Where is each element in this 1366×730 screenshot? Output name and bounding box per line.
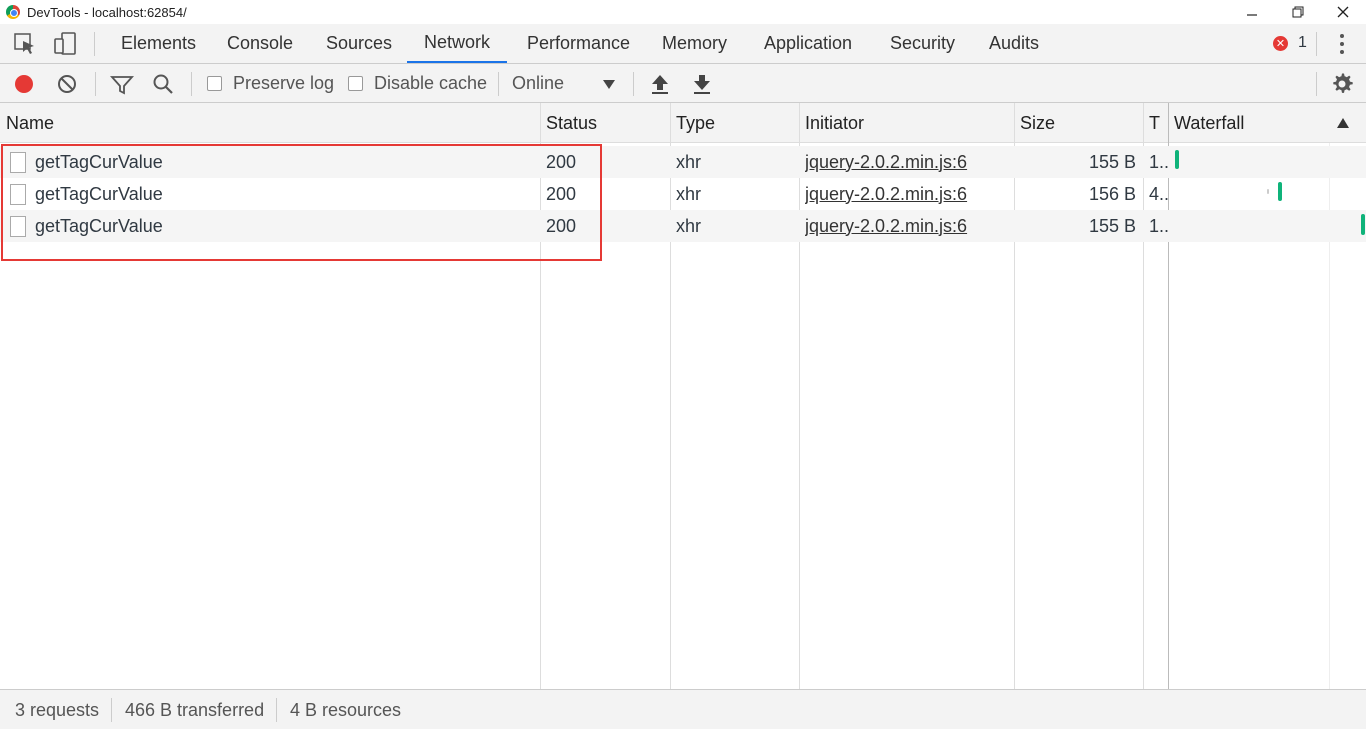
search-button[interactable] bbox=[152, 64, 174, 103]
throttling-value: Online bbox=[512, 73, 565, 93]
record-icon bbox=[15, 74, 33, 93]
size-cell: 156 B bbox=[1088, 183, 1136, 204]
size-cell: 155 B bbox=[1088, 151, 1136, 172]
window-titlebar: DevTools - localhost:62854/ bbox=[0, 0, 1366, 24]
network-settings-button[interactable] bbox=[1330, 64, 1354, 103]
initiator-link[interactable]: jquery-2.0.2.min.js:6 bbox=[805, 152, 967, 173]
network-toolbar: Preserve log Disable cache Online bbox=[0, 64, 1366, 103]
error-counter[interactable]: ✕ 1 bbox=[1273, 34, 1307, 52]
chrome-logo-icon bbox=[6, 5, 20, 19]
upload-arrow-icon bbox=[652, 74, 668, 94]
close-icon bbox=[1337, 6, 1349, 18]
error-icon: ✕ bbox=[1273, 35, 1288, 51]
restore-icon bbox=[1292, 6, 1304, 18]
toolbar-separator bbox=[633, 72, 634, 96]
throttling-select[interactable]: Online bbox=[512, 64, 622, 103]
column-header-time[interactable]: T bbox=[1143, 103, 1168, 143]
devtools-tabbar: Elements Console Sources Network Perform… bbox=[0, 24, 1366, 64]
initiator-link[interactable]: jquery-2.0.2.min.js:6 bbox=[805, 216, 967, 237]
tab-sources[interactable]: Sources bbox=[309, 24, 409, 63]
clear-block-icon bbox=[58, 74, 76, 93]
statusbar-separator bbox=[276, 698, 277, 722]
initiator-cell[interactable]: jquery-2.0.2.min.js:6 bbox=[805, 210, 1010, 242]
waterfall-label: Waterfall bbox=[1174, 112, 1245, 133]
search-icon bbox=[153, 74, 173, 94]
inspect-cursor-icon bbox=[14, 33, 34, 54]
column-header-waterfall[interactable]: Waterfall bbox=[1168, 103, 1366, 143]
type-cell: xhr bbox=[676, 183, 702, 204]
request-count: 3 requests bbox=[15, 699, 100, 720]
restore-button[interactable] bbox=[1275, 0, 1321, 24]
preserve-log-label: Preserve log bbox=[233, 73, 335, 93]
type-cell: xhr bbox=[676, 151, 702, 172]
resources-size: 4 B resources bbox=[290, 699, 402, 720]
minimize-button[interactable] bbox=[1229, 0, 1275, 24]
waterfall-bar[interactable] bbox=[1278, 182, 1282, 201]
device-toolbar-button[interactable] bbox=[53, 32, 77, 56]
kebab-dot-icon bbox=[1340, 42, 1344, 46]
time-cell: 4.. bbox=[1149, 183, 1168, 204]
disable-cache-label: Disable cache bbox=[374, 73, 488, 93]
time-cell: 1.. bbox=[1149, 151, 1168, 172]
toolbar-separator bbox=[95, 72, 96, 96]
column-header-status[interactable]: Status bbox=[540, 103, 670, 143]
column-header-initiator[interactable]: Initiator bbox=[799, 103, 1014, 143]
window-title: DevTools - localhost:62854/ bbox=[27, 4, 187, 20]
filter-button[interactable] bbox=[110, 64, 134, 103]
dropdown-triangle-icon bbox=[603, 79, 615, 89]
device-mode-icon bbox=[54, 32, 76, 55]
preserve-log-checkbox[interactable]: Preserve log bbox=[207, 64, 334, 103]
tabbar-separator bbox=[94, 32, 95, 56]
highlight-annotation-box bbox=[1, 144, 602, 261]
clear-button[interactable] bbox=[56, 64, 78, 103]
kebab-dot-icon bbox=[1340, 50, 1344, 54]
waterfall-bar[interactable] bbox=[1361, 214, 1365, 235]
toolbar-separator-right bbox=[1316, 72, 1317, 96]
record-button[interactable] bbox=[13, 64, 35, 103]
close-button[interactable] bbox=[1320, 0, 1366, 24]
more-options-button[interactable] bbox=[1332, 32, 1352, 56]
transferred-size: 466 B transferred bbox=[125, 699, 265, 720]
toolbar-separator bbox=[191, 72, 192, 96]
column-header-type[interactable]: Type bbox=[670, 103, 799, 143]
tab-memory[interactable]: Memory bbox=[645, 24, 744, 63]
request-table-header: Name Status Type Initiator Size T Waterf… bbox=[0, 103, 1366, 143]
error-count: 1 bbox=[1298, 34, 1307, 51]
initiator-cell[interactable]: jquery-2.0.2.min.js:6 bbox=[805, 146, 1010, 178]
download-arrow-icon bbox=[694, 74, 710, 94]
tab-console[interactable]: Console bbox=[210, 24, 310, 63]
waterfall-bar[interactable] bbox=[1175, 150, 1179, 169]
disable-cache-checkbox[interactable]: Disable cache bbox=[348, 64, 487, 103]
gear-icon bbox=[1333, 73, 1353, 93]
column-header-size[interactable]: Size bbox=[1014, 103, 1143, 143]
import-har-button[interactable] bbox=[650, 64, 670, 103]
type-cell: xhr bbox=[676, 215, 702, 236]
kebab-dot-icon bbox=[1340, 34, 1344, 38]
initiator-link[interactable]: jquery-2.0.2.min.js:6 bbox=[805, 184, 967, 205]
tab-audits[interactable]: Audits bbox=[972, 24, 1056, 63]
checkbox-box[interactable] bbox=[207, 76, 222, 91]
checkbox-box[interactable] bbox=[348, 76, 363, 91]
sort-ascending-icon bbox=[1337, 118, 1349, 128]
tab-elements[interactable]: Elements bbox=[104, 24, 213, 63]
tab-application[interactable]: Application bbox=[747, 24, 869, 63]
statusbar-separator bbox=[111, 698, 112, 722]
tab-performance[interactable]: Performance bbox=[510, 24, 647, 63]
tab-network[interactable]: Network bbox=[407, 24, 508, 63]
initiator-cell[interactable]: jquery-2.0.2.min.js:6 bbox=[805, 178, 1010, 210]
inspect-element-button[interactable] bbox=[13, 32, 37, 56]
filter-funnel-icon bbox=[110, 75, 134, 94]
time-cell: 1.. bbox=[1149, 215, 1168, 236]
tabbar-separator-right bbox=[1316, 32, 1317, 56]
waterfall-wait-bar bbox=[1267, 189, 1269, 194]
minimize-icon bbox=[1247, 14, 1257, 16]
size-cell: 155 B bbox=[1088, 215, 1136, 236]
column-header-name[interactable]: Name bbox=[0, 103, 540, 143]
export-har-button[interactable] bbox=[692, 64, 712, 103]
tab-security[interactable]: Security bbox=[873, 24, 972, 63]
network-summary-bar: 3 requests 466 B transferred 4 B resourc… bbox=[0, 689, 1366, 729]
toolbar-separator bbox=[498, 72, 499, 96]
